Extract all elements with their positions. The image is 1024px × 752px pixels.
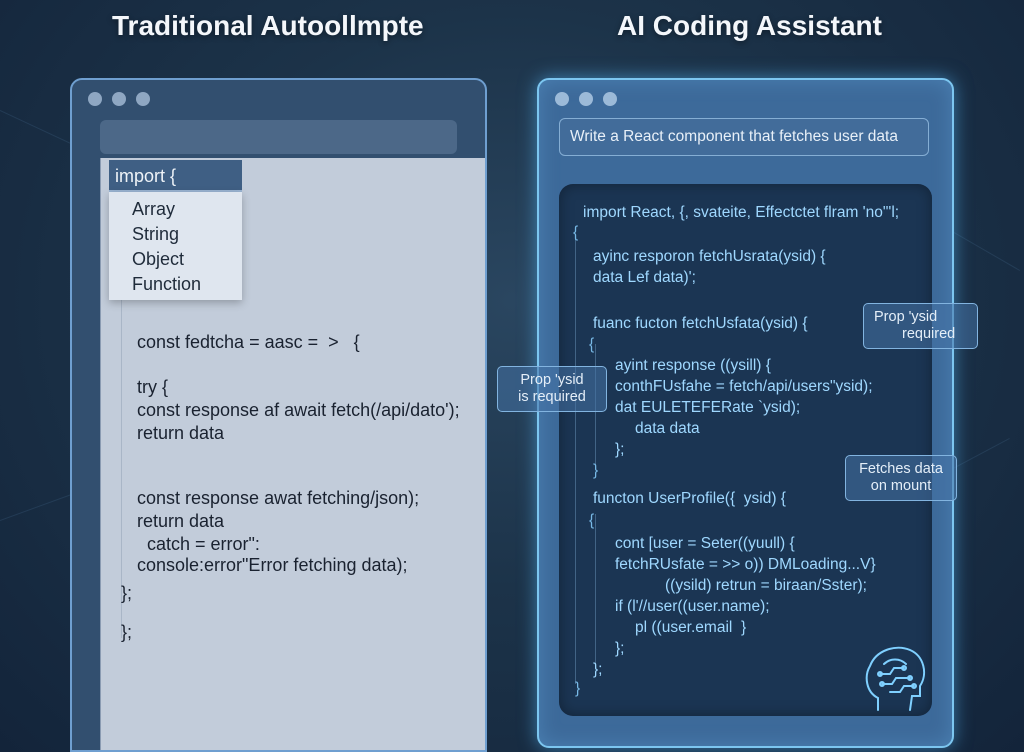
generated-code-panel[interactable]: import React, {, svateite, Effectctet fl… xyxy=(559,184,932,716)
minimize-dot-icon[interactable] xyxy=(579,92,593,106)
tooltip-line: required xyxy=(902,326,956,342)
tooltip-line: Prop 'ysid xyxy=(874,309,938,325)
autocomplete-item-function[interactable]: Function xyxy=(132,272,242,297)
prop-required-tooltip: Prop 'ysid is required xyxy=(497,366,607,412)
code-line: const response awat fetching/json); xyxy=(137,488,420,508)
code-line: dat EULETEFERate `ysid); xyxy=(615,399,801,416)
maximize-dot-icon[interactable] xyxy=(136,92,150,106)
autocomplete-dropdown[interactable]: Array String Object Function xyxy=(109,192,242,300)
autocomplete-item-array[interactable]: Array xyxy=(132,197,242,222)
code-line: import React, {, svateite, Effectctet fl… xyxy=(583,204,900,221)
prop-required-tooltip: Prop 'ysid required xyxy=(863,303,978,349)
code-line: data Lef data)'; xyxy=(593,269,696,286)
code-line: }; xyxy=(593,661,603,678)
tooltip-line: Fetches data xyxy=(859,461,943,477)
close-dot-icon[interactable] xyxy=(555,92,569,106)
code-line: const fedtcha = aasc = > { xyxy=(137,332,360,352)
code-line: { xyxy=(573,224,579,241)
import-line[interactable]: import { xyxy=(109,160,242,192)
code-line: try { xyxy=(137,377,169,397)
minimize-dot-icon[interactable] xyxy=(112,92,126,106)
code-line: }; xyxy=(121,622,133,642)
code-line: console:error"Error fetching data); xyxy=(137,555,408,575)
code-line: fetchRUsfate = >> o)) DMLoading...V} xyxy=(615,556,876,573)
code-line: pl ((user.email } xyxy=(635,619,747,636)
tooltip-line: on mount xyxy=(870,478,932,494)
autocomplete-item-object[interactable]: Object xyxy=(132,247,242,272)
ai-brain-icon xyxy=(865,646,926,711)
code-line: conthFUsfahe = fetch/api/users"ysid); xyxy=(615,378,873,395)
traditional-editor-window: import { Array String Object Function co… xyxy=(70,78,487,752)
code-line: const response af await fetch(/api/dato'… xyxy=(137,400,460,420)
indent-guide xyxy=(595,514,596,664)
code-line: return data xyxy=(137,423,225,443)
code-line: { xyxy=(589,336,595,353)
close-dot-icon[interactable] xyxy=(88,92,102,106)
autocomplete-item-string[interactable]: String xyxy=(132,222,242,247)
window-controls xyxy=(555,92,617,106)
code-line: if (l'//user((user.name); xyxy=(615,598,770,615)
tooltip-line: is required xyxy=(518,389,586,405)
code-line: cont [user = Seter((yuull) { xyxy=(615,535,795,552)
tooltip-line: Prop 'ysid xyxy=(520,372,584,388)
editor-toolbar xyxy=(100,120,457,154)
code-line: }; xyxy=(615,441,625,458)
indent-guide xyxy=(575,234,576,684)
right-title: AI Coding Assistant xyxy=(617,10,882,41)
left-title: Traditional Autoollmpte xyxy=(112,10,424,41)
code-line: { xyxy=(589,512,595,529)
code-line: fuanc fucton fetchUsfata(ysid) { xyxy=(593,315,808,332)
code-line: } xyxy=(575,680,581,697)
code-line: ((ysild) retrun = biraan/Sster); xyxy=(665,577,867,594)
prompt-input[interactable]: Write a React component that fetches use… xyxy=(559,118,929,156)
code-line: } xyxy=(593,462,599,479)
fetches-data-tooltip: Fetches data on mount xyxy=(845,455,957,501)
code-line: functon UserProfile({ ysid) { xyxy=(593,490,786,507)
code-line: }; xyxy=(121,583,133,603)
code-editor[interactable]: import { Array String Object Function co… xyxy=(100,158,485,750)
code-line: ayinc resporon fetchUsrata(ysid) { xyxy=(593,248,826,265)
window-controls xyxy=(88,92,150,106)
code-line: catch = error": xyxy=(137,534,260,554)
code-line: ayint response ((ysill) { xyxy=(615,357,771,374)
code-line: data data xyxy=(635,420,700,437)
code-line: }; xyxy=(615,640,625,657)
maximize-dot-icon[interactable] xyxy=(603,92,617,106)
code-line: return data xyxy=(137,511,225,531)
